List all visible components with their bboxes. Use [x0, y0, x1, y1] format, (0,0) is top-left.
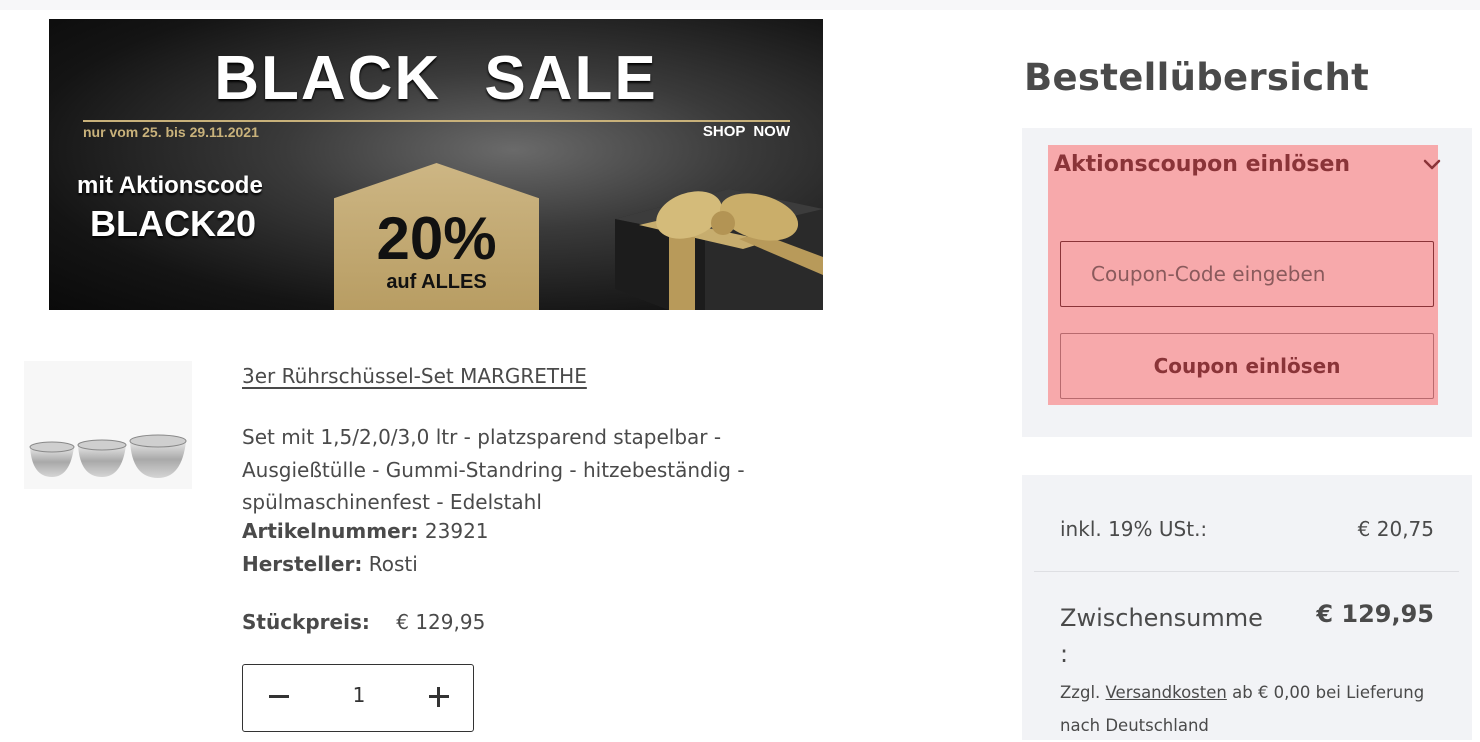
quantity-stepper[interactable]: 1	[242, 664, 474, 732]
product-image[interactable]	[24, 361, 192, 489]
banner-promo-code: BLACK20	[90, 203, 257, 244]
subtotal-label: Zwischensumme :	[1060, 604, 1263, 668]
discount-subtext: auf ALLES	[386, 271, 487, 293]
totals-divider	[1034, 571, 1459, 572]
unit-price-row: Stückpreis: € 129,95	[242, 610, 485, 634]
unit-price-label: Stückpreis:	[242, 610, 370, 634]
product-description: Set mit 1,5/2,0/3,0 ltr - platzsparend s…	[242, 425, 745, 514]
manufacturer-row: Hersteller: Rosti	[242, 552, 418, 576]
sku-row: Artikelnummer: 23921	[242, 519, 489, 543]
tax-label: inkl. 19% USt.:	[1060, 517, 1208, 541]
discount-percent: 20%	[376, 205, 497, 272]
banner-promo-text: mit Aktionscode	[77, 172, 263, 199]
unit-price-value: € 129,95	[396, 610, 486, 634]
product-name-link[interactable]: 3er Rührschüssel-Set MARGRETHE	[242, 364, 587, 388]
promo-banner[interactable]: BLACK SALE nur vom 25. bis 29.11.2021 SH…	[49, 19, 823, 310]
gift-box-icon	[615, 189, 823, 310]
sku-label: Artikelnummer:	[242, 519, 419, 543]
shipping-costs-link[interactable]: Versandkosten	[1106, 683, 1227, 702]
mixing-bowls-image	[29, 434, 187, 478]
manufacturer-value: Rosti	[368, 552, 418, 576]
shipping-prefix: Zzgl.	[1060, 683, 1101, 702]
decrease-quantity-button[interactable]	[267, 685, 291, 709]
shipping-note: Zzgl. Versandkosten ab € 0,00 bei Liefer…	[1060, 677, 1450, 742]
banner-shop-now[interactable]: SHOP NOW	[703, 123, 790, 140]
tax-value: € 20,75	[1357, 517, 1434, 541]
coupon-toggle[interactable]: Aktionscoupon einlösen	[1054, 152, 1350, 177]
subtotal-value: € 129,95	[1316, 600, 1434, 628]
quantity-value[interactable]: 1	[323, 683, 395, 707]
sku-value: 23921	[424, 519, 489, 543]
minus-icon	[269, 695, 289, 698]
banner-divider	[83, 120, 790, 122]
increase-quantity-button[interactable]	[427, 685, 451, 709]
coupon-code-input[interactable]	[1060, 241, 1434, 307]
chevron-down-icon[interactable]	[1422, 158, 1442, 172]
top-strip	[0, 0, 1480, 10]
order-summary-title: Bestellübersicht	[1024, 56, 1370, 99]
manufacturer-label: Hersteller:	[242, 552, 363, 576]
banner-dates: nur vom 25. bis 29.11.2021	[83, 124, 259, 140]
banner-title: BLACK SALE	[214, 44, 658, 113]
redeem-coupon-button[interactable]: Coupon einlösen	[1060, 333, 1434, 399]
